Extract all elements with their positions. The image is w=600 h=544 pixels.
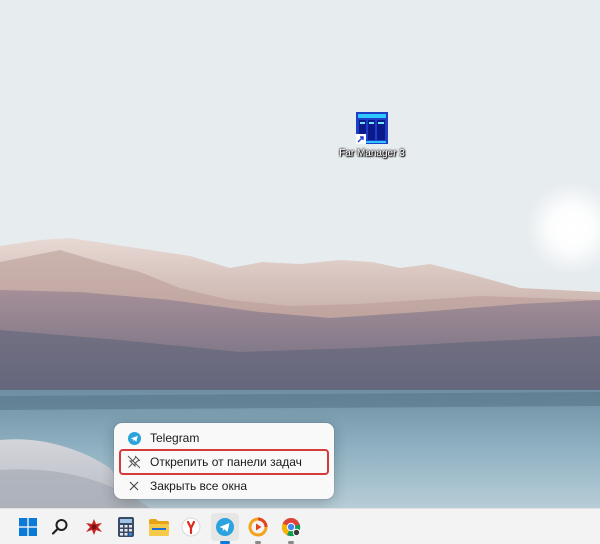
folder-icon [149,518,169,536]
telegram-icon [216,518,234,536]
menu-item-close-all[interactable]: Закрыть все окна [120,474,328,498]
windows-icon [19,518,37,536]
close-icon [126,478,142,494]
calculator-icon [118,517,134,537]
chrome-button[interactable] [277,513,305,544]
app-red-button[interactable] [80,513,108,541]
menu-item-label: Закрыть все окна [150,479,248,493]
file-explorer-button[interactable] [145,513,173,541]
taskbar-context-menu: Telegram Открепить от панели задач Закры… [114,423,334,499]
menu-item-telegram[interactable]: Telegram [120,426,328,450]
media-app-button[interactable] [244,513,272,544]
red-app-icon [86,519,102,535]
taskbar [0,508,600,544]
menu-item-label: Telegram [150,431,200,445]
search-button[interactable] [46,513,74,541]
telegram-icon [126,430,142,446]
yandex-icon [181,517,201,537]
yandex-browser-button[interactable] [177,513,205,541]
far-manager-icon [356,112,388,144]
start-button[interactable] [14,513,42,541]
media-icon [248,517,268,537]
search-icon [51,519,68,535]
menu-item-label: Открепить от панели задач [150,455,302,469]
telegram-button[interactable] [211,513,239,544]
menu-item-unpin[interactable]: Открепить от панели задач [119,449,329,475]
unpin-icon [126,454,142,470]
far-manager-label: Far Manager 3 [339,148,405,159]
chrome-icon [281,518,301,537]
calculator-button[interactable] [112,513,140,541]
far-manager-shortcut[interactable]: Far Manager 3 [338,112,406,160]
